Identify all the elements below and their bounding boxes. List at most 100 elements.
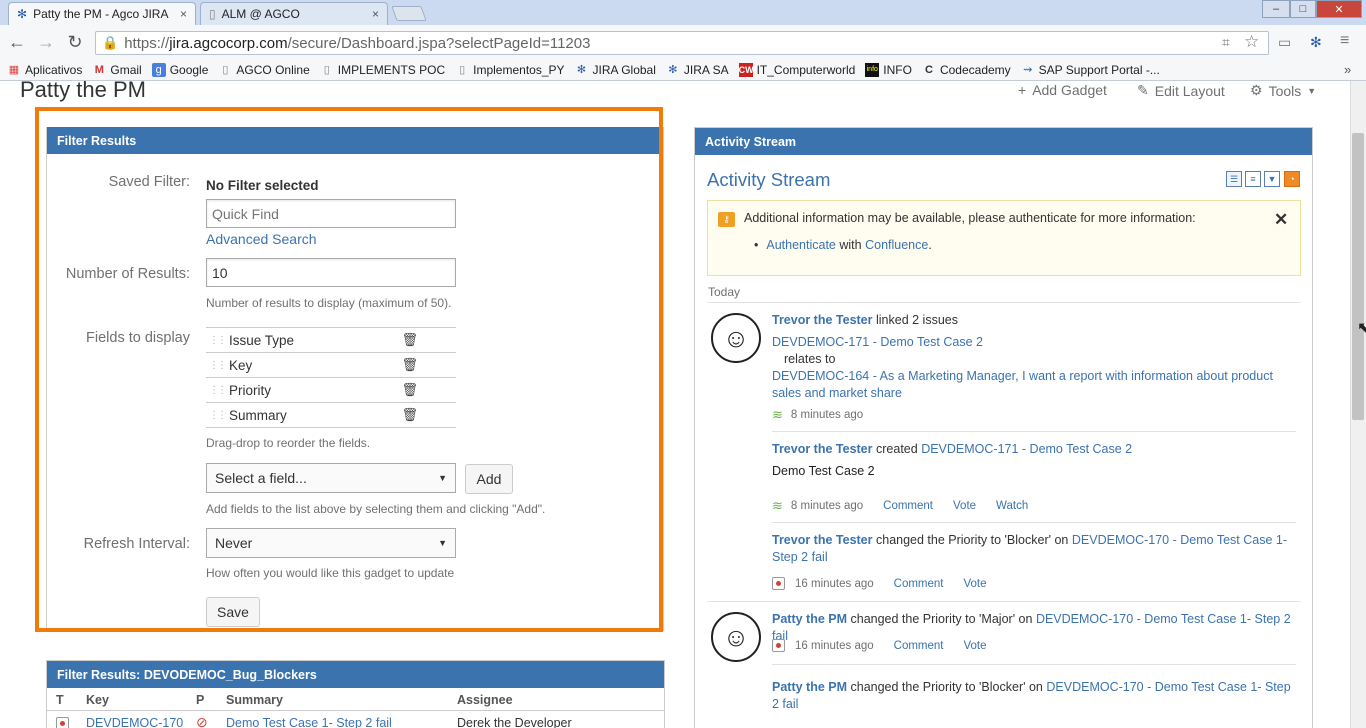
bookmark-apps[interactable]: ▦ Aplicativos xyxy=(7,62,83,77)
sap-icon: ⇝ xyxy=(1023,63,1033,76)
activity-action: changed the Priority to 'Major' on xyxy=(850,612,1033,626)
bookmark-label: JIRA Global xyxy=(592,62,656,77)
rss-feed-icon[interactable]: ◔ xyxy=(1284,171,1300,187)
bookmark-implements-poc[interactable]: ▯ IMPLEMENTS POC xyxy=(320,63,445,77)
window-close-button[interactable]: ✕ xyxy=(1316,0,1362,18)
highlight-annotation-box xyxy=(35,107,663,632)
activity-meta: ≋ 8 minutes ago xyxy=(772,407,863,423)
mouse-cursor-icon: ⬉ xyxy=(1357,320,1366,337)
bookmark-info[interactable]: info INFO xyxy=(865,62,912,77)
browser-tab-alm[interactable]: ▯ ALM @ AGCO × xyxy=(200,2,388,25)
vote-link[interactable]: Vote xyxy=(964,578,987,590)
period-text: . xyxy=(928,238,932,252)
gadget-header: Filter Results: DEVODEMOC_Bug_Blockers xyxy=(47,661,664,688)
column-header-key[interactable]: Key xyxy=(86,693,109,707)
apps-grid-icon: ▦ xyxy=(8,63,20,76)
issue-link-text[interactable]: DEVDEMOC-171 - Demo Test Case 2 xyxy=(772,335,983,349)
caret-down-icon: ▼ xyxy=(1307,85,1317,96)
comment-link[interactable]: Comment xyxy=(894,578,944,590)
column-header-assignee[interactable]: Assignee xyxy=(457,693,513,707)
user-link[interactable]: Trevor the Tester xyxy=(772,533,873,547)
tab-close-icon[interactable]: × xyxy=(180,7,187,21)
user-link[interactable]: Patty the PM xyxy=(772,612,847,626)
bookmark-it-computerworld[interactable]: CW IT_Computerworld xyxy=(738,62,856,77)
tab-close-icon[interactable]: × xyxy=(372,7,379,21)
bookmark-label: Aplicativos xyxy=(25,62,83,77)
bookmark-implementos-py[interactable]: ▯ Implementos_PY xyxy=(455,63,564,77)
issue-link-text[interactable]: DEVDEMOC-164 - As a Marketing Manager, I… xyxy=(772,369,1273,400)
bookmark-sap-support[interactable]: ⇝ SAP Support Portal -... xyxy=(1021,63,1160,77)
address-bar[interactable]: 🔒 https://jira.agcocorp.com/secure/Dashb… xyxy=(95,31,1269,55)
bookmark-jira-sa[interactable]: ✻ JIRA SA xyxy=(666,63,728,77)
bookmark-label: IMPLEMENTS POC xyxy=(337,62,446,77)
issue-link[interactable]: DEVDEMOC-171 - Demo Test Case 2 xyxy=(921,442,1132,456)
user-link[interactable]: Trevor the Tester xyxy=(772,313,873,327)
table-row[interactable] xyxy=(56,717,79,728)
tools-label: Tools xyxy=(1268,82,1302,99)
bookmark-agco-online[interactable]: ▯ AGCO Online xyxy=(218,63,309,77)
bookmark-jira-global[interactable]: ✻ JIRA Global xyxy=(575,63,656,77)
page-icon: ▯ xyxy=(222,63,229,76)
forward-arrow-icon[interactable]: → xyxy=(35,32,57,53)
translate-icon[interactable]: ⌗ xyxy=(1222,34,1230,51)
minimize-button[interactable]: – xyxy=(1262,0,1290,18)
edit-layout-button[interactable]: ✎ Edit Layout xyxy=(1137,82,1225,99)
watch-link[interactable]: Watch xyxy=(996,500,1028,512)
close-icon[interactable]: ✕ xyxy=(1274,210,1288,230)
authenticate-link[interactable]: Authenticate xyxy=(766,238,836,252)
back-arrow-icon[interactable]: ← xyxy=(6,32,28,53)
maximize-button[interactable]: □ xyxy=(1290,0,1316,18)
bookmark-codecademy[interactable]: C Codecademy xyxy=(922,63,1011,77)
jira-extension-icon[interactable]: ✻ xyxy=(1310,34,1322,51)
bookmark-label: Codecademy xyxy=(939,62,1011,77)
auth-info-text: Additional information may be available,… xyxy=(744,211,1196,225)
issue-summary-link[interactable]: Demo Test Case 1- Step 2 fail xyxy=(226,716,392,728)
user-link[interactable]: Patty the PM xyxy=(772,680,847,694)
today-heading: Today xyxy=(708,285,741,299)
column-header-priority[interactable]: P xyxy=(196,693,204,707)
bookmark-gmail[interactable]: M Gmail xyxy=(92,63,142,77)
filter-icon[interactable]: ▼ xyxy=(1264,171,1280,187)
comment-link[interactable]: Comment xyxy=(894,640,944,652)
divider xyxy=(772,431,1296,432)
url-scheme: https:// xyxy=(124,34,170,52)
new-tab-button[interactable] xyxy=(391,6,427,21)
user-link[interactable]: Trevor the Tester xyxy=(772,442,873,456)
timestamp: 8 minutes ago xyxy=(790,500,864,512)
full-view-icon[interactable]: ☰ xyxy=(1226,171,1242,187)
column-header-summary[interactable]: Summary xyxy=(226,693,283,707)
bookmark-label: IT_Computerworld xyxy=(756,62,856,77)
issue-key-link[interactable]: DEVDEMOC-170 xyxy=(86,716,183,728)
activity-item: Trevor the Tester changed the Priority t… xyxy=(772,532,1287,566)
activity-action: linked 2 issues xyxy=(876,313,958,327)
cast-icon[interactable]: ▭ xyxy=(1278,34,1291,51)
column-header-type[interactable]: T xyxy=(56,693,64,707)
avatar-patty[interactable]: ☺ xyxy=(711,612,761,662)
bookmarks-overflow-icon[interactable]: » xyxy=(1344,62,1351,77)
bookmark-star-icon[interactable]: ☆ xyxy=(1244,32,1259,52)
activity-stream-title: Activity Stream xyxy=(707,169,831,190)
issue-link[interactable]: DEVDEMOC-171 - Demo Test Case 2 xyxy=(772,334,983,351)
scrollbar-thumb[interactable] xyxy=(1352,133,1364,420)
google-icon: g xyxy=(151,62,166,77)
vote-link[interactable]: Vote xyxy=(953,500,976,512)
avatar-trevor[interactable]: ☺ xyxy=(711,313,761,363)
lock-icon: 🔒 xyxy=(102,35,119,50)
confluence-link[interactable]: Confluence xyxy=(865,238,928,252)
list-view-icon[interactable]: ≡ xyxy=(1245,171,1261,187)
activity-item: Trevor the Tester created DEVDEMOC-171 -… xyxy=(772,441,1297,458)
with-text: with xyxy=(839,238,862,252)
browser-tab-active[interactable]: ✻ Patty the PM - Agco JIRA × xyxy=(8,2,196,25)
tools-menu-button[interactable]: ⚙ Tools ▼ xyxy=(1250,82,1316,99)
issue-link[interactable]: DEVDEMOC-164 - As a Marketing Manager, I… xyxy=(772,368,1297,402)
menu-icon[interactable]: ≡ xyxy=(1340,32,1349,50)
reload-icon[interactable]: ↻ xyxy=(64,32,86,53)
table-divider xyxy=(46,710,665,711)
comment-link[interactable]: Comment xyxy=(883,500,933,512)
vote-link[interactable]: Vote xyxy=(964,640,987,652)
gadget-header: Activity Stream xyxy=(695,128,1312,155)
bookmark-google[interactable]: g Google xyxy=(151,62,208,77)
tab-title: ALM @ AGCO xyxy=(221,7,300,21)
add-gadget-button[interactable]: + Add Gadget xyxy=(1018,82,1107,98)
divider xyxy=(772,664,1296,665)
